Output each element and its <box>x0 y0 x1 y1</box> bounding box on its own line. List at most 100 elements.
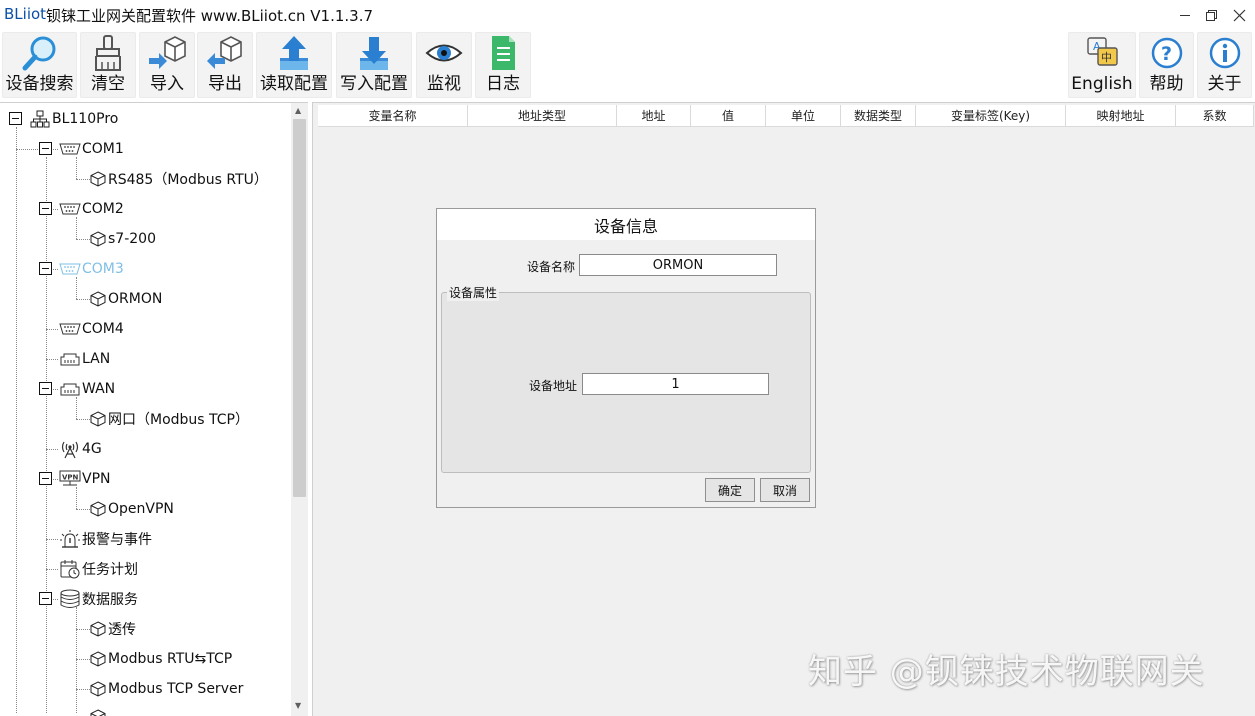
import-button[interactable]: 导入 <box>139 32 195 98</box>
tree-node-root[interactable]: BL110Pro <box>29 108 118 130</box>
column-header[interactable]: 值 <box>691 105 766 127</box>
device-address-input[interactable] <box>582 373 769 395</box>
device-name-input[interactable] <box>579 254 777 276</box>
device-cube-icon <box>89 619 107 639</box>
device-address-label: 设备地址 <box>529 379 578 393</box>
device-cube-icon <box>89 229 107 249</box>
help-button[interactable]: ? 帮助 <box>1139 32 1194 98</box>
device-tree: BL110Pro COM1 RS485（Modbus RTU） COM2 s7-… <box>0 102 308 716</box>
app-brand: BLiiot <box>4 5 47 23</box>
log-button[interactable]: 日志 <box>475 32 531 98</box>
serial-port-icon <box>59 139 81 159</box>
expander-vpn[interactable] <box>39 472 52 485</box>
tree-node-com4[interactable]: COM4 <box>59 318 124 340</box>
variable-table-header: 变量名称 地址类型 地址 值 单位 数据类型 变量标签(Key) 映射地址 系数 <box>318 105 1254 127</box>
device-properties-label: 设备属性 <box>447 284 500 301</box>
upload-tray-icon <box>274 34 314 72</box>
tree-node-wan-device[interactable]: 网口（Modbus TCP） <box>89 408 249 430</box>
tree-node-tcp-server[interactable]: Modbus TCP Server <box>89 678 243 700</box>
brush-icon <box>88 34 128 72</box>
device-search-button[interactable]: 设备搜索 <box>2 32 77 98</box>
expander-data-service[interactable] <box>39 592 52 605</box>
window-title: 钡铼工业网关配置软件 www.BLiiot.cn V1.1.3.7 <box>46 7 374 25</box>
column-header[interactable]: 映射地址 <box>1066 105 1176 127</box>
expander-com3[interactable] <box>39 262 52 275</box>
tree-node-com3[interactable]: COM3 <box>59 258 124 280</box>
title-bar: BLiiot 钡铼工业网关配置软件 www.BLiiot.cn V1.1.3.7 <box>0 0 1255 30</box>
tree-node-alarm[interactable]: 报警与事件 <box>59 528 152 550</box>
minimize-icon <box>1180 15 1190 16</box>
ok-button[interactable]: 确定 <box>705 478 755 502</box>
schedule-icon <box>59 559 81 579</box>
write-config-button[interactable]: 写入配置 <box>336 32 412 98</box>
svg-text:VPN: VPN <box>62 474 79 482</box>
tree-scrollbar[interactable]: ▲ ▼ <box>291 103 308 716</box>
ethernet-port-icon <box>59 349 81 369</box>
close-button[interactable] <box>1222 0 1255 30</box>
question-icon: ? <box>1147 34 1187 72</box>
english-button[interactable]: A中 English <box>1068 32 1136 98</box>
magnifier-icon <box>20 34 60 72</box>
monitor-button[interactable]: 监视 <box>416 32 472 98</box>
tree-node-lan[interactable]: LAN <box>59 348 110 370</box>
tree-node-com3-device[interactable]: ORMON <box>89 288 162 310</box>
device-cube-icon <box>89 409 107 429</box>
tree-node-com1[interactable]: COM1 <box>59 138 124 160</box>
translate-icon: A中 <box>1082 34 1122 72</box>
column-header[interactable]: 数据类型 <box>841 105 916 127</box>
tree-node-data-service[interactable]: 数据服务 <box>59 588 138 610</box>
cancel-button[interactable]: 取消 <box>760 478 810 502</box>
tree-node-task[interactable]: 任务计划 <box>59 558 138 580</box>
tree-node-transparent[interactable]: 透传 <box>89 618 136 640</box>
antenna-icon <box>59 439 81 459</box>
tree-node-partial[interactable] <box>89 706 108 716</box>
svg-text:?: ? <box>1161 43 1172 65</box>
expander-com1[interactable] <box>39 142 52 155</box>
download-tray-icon <box>354 34 394 72</box>
export-button[interactable]: 导出 <box>197 32 253 98</box>
tree-node-com2-device[interactable]: s7-200 <box>89 228 156 250</box>
tree-node-4g[interactable]: 4G <box>59 438 102 460</box>
alarm-light-icon <box>59 529 81 549</box>
import-box-icon <box>147 34 187 72</box>
scroll-thumb[interactable] <box>293 119 306 497</box>
vpn-icon: VPN <box>59 469 81 489</box>
serial-port-icon <box>59 199 81 219</box>
serial-port-icon <box>59 259 81 279</box>
device-name-label: 设备名称 <box>527 260 576 274</box>
svg-text:中: 中 <box>1101 51 1112 64</box>
document-icon <box>483 34 523 72</box>
expander-root[interactable] <box>9 112 22 125</box>
info-icon <box>1205 34 1245 72</box>
column-header[interactable]: 地址类型 <box>468 105 617 127</box>
toolbar: 设备搜索 清空 导入 导出 读取配置 写入配置 监视 日志 A 中 Englis… <box>0 30 1255 102</box>
clear-button[interactable]: 清空 <box>80 32 136 98</box>
about-button[interactable]: 关于 <box>1197 32 1252 98</box>
tree-node-com1-device[interactable]: RS485（Modbus RTU） <box>89 168 268 190</box>
tree-node-wan[interactable]: WAN <box>59 378 115 400</box>
tree-node-vpn-device[interactable]: OpenVPN <box>89 498 174 520</box>
device-cube-icon <box>89 289 107 309</box>
read-config-button[interactable]: 读取配置 <box>256 32 332 98</box>
scroll-up-icon[interactable]: ▲ <box>295 106 301 115</box>
column-header[interactable]: 系数 <box>1176 105 1254 127</box>
device-cube-icon <box>89 499 107 519</box>
export-box-icon <box>205 34 245 72</box>
database-icon <box>59 589 81 609</box>
device-cube-icon <box>89 649 107 669</box>
device-info-dialog: 设备信息 设备名称 设备属性 设备地址 确定 取消 <box>436 208 816 508</box>
tree-node-vpn[interactable]: VPN VPN <box>59 468 111 490</box>
watermark: 知乎 @钡铼技术物联网关 <box>808 652 1205 692</box>
column-header[interactable]: 变量标签(Key) <box>916 105 1066 127</box>
column-header[interactable]: 单位 <box>766 105 841 127</box>
scroll-down-icon[interactable]: ▼ <box>295 701 301 710</box>
expander-wan[interactable] <box>39 382 52 395</box>
close-icon <box>1233 9 1245 21</box>
tree-node-com2[interactable]: COM2 <box>59 198 124 220</box>
dialog-title: 设备信息 <box>437 209 815 240</box>
expander-com2[interactable] <box>39 202 52 215</box>
device-cube-icon <box>89 707 107 716</box>
tree-node-rtu-tcp[interactable]: Modbus RTU⇆TCP <box>89 648 232 670</box>
column-header[interactable]: 地址 <box>617 105 691 127</box>
column-header[interactable]: 变量名称 <box>318 105 468 127</box>
